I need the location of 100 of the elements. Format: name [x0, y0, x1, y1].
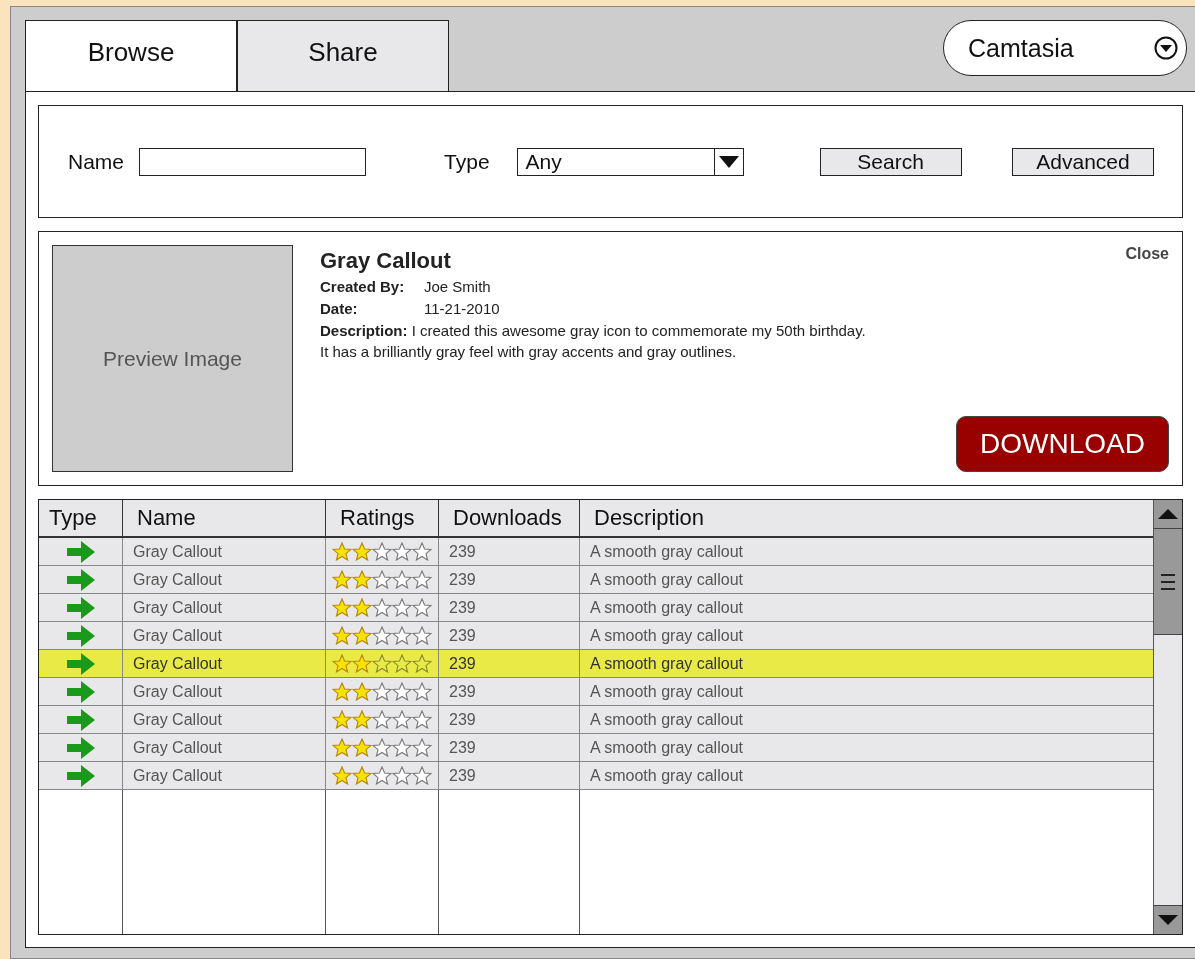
table-cell: Gray Callout	[123, 650, 326, 677]
arrow-icon	[66, 568, 95, 591]
star-icon	[372, 738, 392, 757]
scroll-thumb[interactable]	[1154, 529, 1182, 635]
star-icon	[392, 626, 412, 645]
column-header[interactable]: Ratings	[326, 500, 439, 536]
arrow-icon	[66, 624, 95, 647]
star-icon	[332, 766, 352, 785]
star-icon	[392, 542, 412, 561]
star-icon	[332, 598, 352, 617]
up-triangle-icon	[1158, 509, 1178, 519]
download-button[interactable]: DOWNLOAD	[956, 416, 1169, 472]
table-cell: Gray Callout	[123, 566, 326, 593]
table-row[interactable]: Gray Callout 239 A smooth gray callout	[39, 678, 1153, 706]
table-cell: 239	[439, 594, 580, 621]
type-dropdown[interactable]: Any	[516, 147, 744, 176]
star-icon	[372, 766, 392, 785]
dropdown-icon	[1154, 36, 1178, 60]
star-icon	[392, 682, 412, 701]
star-icon	[352, 766, 372, 785]
table-row[interactable]: Gray Callout 239 A smooth gray callout	[39, 566, 1153, 594]
table-cell: 239	[439, 650, 580, 677]
table-cell: Gray Callout	[123, 762, 326, 789]
star-icon	[412, 626, 432, 645]
table-cell-text: A smooth gray callout	[589, 597, 744, 618]
arrow-icon	[66, 540, 95, 563]
scroll-up-button[interactable]	[1154, 500, 1182, 529]
table-row[interactable]: Gray Callout 239 A smooth gray callout	[39, 706, 1153, 734]
star-icon	[332, 682, 352, 701]
star-icon	[412, 710, 432, 729]
star-icon	[412, 738, 432, 757]
star-icon	[412, 682, 432, 701]
star-icon	[392, 598, 412, 617]
star-icon	[372, 626, 392, 645]
table-cell: 239	[439, 678, 580, 705]
star-icon	[412, 598, 432, 617]
item-title: Gray Callout	[320, 248, 452, 274]
star-icon	[332, 542, 352, 561]
column-header[interactable]: Type	[39, 500, 123, 536]
field-label: Created By:	[320, 278, 406, 295]
star-icon	[332, 710, 352, 729]
table-cell: Gray Callout	[123, 678, 326, 705]
search-button[interactable]: Advanced	[1012, 147, 1154, 176]
table-row[interactable]: Gray Callout 239 A smooth gray callout	[39, 622, 1153, 650]
star-icon	[352, 598, 372, 617]
app-dropdown[interactable]: Camtasia	[943, 20, 1187, 76]
star-icon	[412, 570, 432, 589]
close-link[interactable]: Close	[1125, 245, 1169, 263]
table-cell: 239	[439, 762, 580, 789]
star-icon	[332, 738, 352, 757]
description-text: Description: I created this awesome gray icon to commemorate my 50th birthday.	[320, 322, 867, 339]
star-icon	[412, 542, 432, 561]
column-header[interactable]: Name	[123, 500, 326, 536]
star-icon	[352, 626, 372, 645]
star-icon	[352, 738, 372, 757]
table-cell: Gray Callout	[123, 622, 326, 649]
column-header[interactable]: Downloads	[439, 500, 580, 536]
table-cell: Gray Callout	[123, 594, 326, 621]
star-icon	[352, 570, 372, 589]
table-cell-text: A smooth gray callout	[589, 681, 744, 702]
table-cell: 239	[439, 734, 580, 761]
table-cell: Gray Callout	[123, 734, 326, 761]
table-cell-text: A smooth gray callout	[589, 709, 744, 730]
field-label: Date:	[320, 300, 359, 317]
table-cell: Gray Callout	[123, 538, 326, 565]
search-button[interactable]: Search	[819, 147, 962, 176]
tab[interactable]: Share	[237, 20, 449, 91]
star-icon	[372, 682, 392, 701]
star-icon	[372, 598, 392, 617]
scroll-down-button[interactable]	[1154, 905, 1182, 934]
name-field[interactable]	[139, 147, 367, 176]
star-icon	[392, 654, 412, 673]
table-row[interactable]: Gray Callout 239 A smooth gray callout	[39, 594, 1153, 622]
arrow-icon	[66, 680, 95, 703]
name-label: Name	[68, 149, 125, 174]
table-row[interactable]: Gray Callout 239 A smooth gray callout	[39, 762, 1153, 790]
star-icon	[372, 570, 392, 589]
table-row[interactable]: Gray Callout 239 A smooth gray callout	[39, 538, 1153, 566]
caret-icon	[718, 155, 739, 168]
column-header[interactable]: Description	[580, 500, 1153, 536]
table-cell: 239	[439, 622, 580, 649]
star-icon	[352, 682, 372, 701]
table-cell: 239	[439, 706, 580, 733]
table-row[interactable]: Gray Callout 239 A smooth gray callout	[39, 650, 1153, 678]
table-cell: 239	[439, 566, 580, 593]
star-icon	[392, 570, 412, 589]
star-icon	[352, 710, 372, 729]
arrow-icon	[66, 736, 95, 759]
table-cell-text: A smooth gray callout	[589, 765, 744, 786]
star-icon	[412, 654, 432, 673]
star-icon	[392, 710, 412, 729]
scrollbar[interactable]	[1153, 500, 1182, 934]
table-row[interactable]: Gray Callout 239 A smooth gray callout	[39, 734, 1153, 762]
arrow-icon	[66, 764, 95, 787]
placeholder-text: Preview Image	[103, 346, 242, 371]
type-label: Type	[444, 149, 490, 174]
field-value: 11-21-2010	[424, 300, 501, 317]
tab[interactable]: Browse	[25, 20, 237, 91]
description-text: It has a brilliantly gray feel with gray accents and gray outlines.	[320, 343, 738, 360]
star-icon	[332, 654, 352, 673]
